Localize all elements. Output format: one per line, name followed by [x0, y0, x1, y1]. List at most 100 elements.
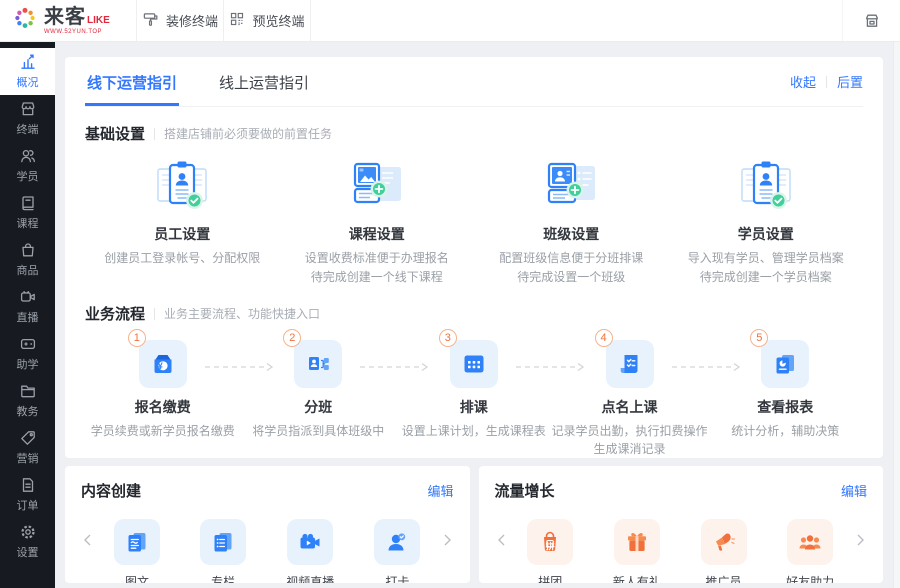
step-schedule[interactable]: 3 排课 设置上课计划，生成课程表: [396, 329, 584, 458]
guide-tabs: 线下运营指引 线上运营指引: [85, 57, 311, 106]
card-description: 导入现有学员、管理学员档案 待完成创建一个学员档案: [669, 249, 864, 287]
prev-arrow-icon[interactable]: [81, 517, 94, 563]
item-group-buy[interactable]: 拼 拼团: [527, 515, 574, 583]
section-divider: [154, 127, 156, 140]
business-flow-row: 1 ¥ 报名缴费 学员续费或新学员报名缴费 2 分班 将学员指派到具体班级中 3…: [85, 329, 864, 458]
sidebar-item-study-aid[interactable]: 助学: [0, 330, 55, 377]
scrollbar-track[interactable]: [893, 42, 900, 588]
sidebar-item-live[interactable]: 直播: [0, 283, 55, 330]
step-roll-call[interactable]: 4 点名上课 记录学员出勤，执行扣费操作 生成课消记录: [551, 329, 740, 458]
sidebar-item-courses[interactable]: 课程: [0, 189, 55, 236]
sidebar-item-label: 设置: [16, 547, 39, 559]
step-desc-line2: 生成课消记录: [593, 442, 666, 456]
step-number-badge: 3: [438, 329, 457, 347]
wallet-pay-icon: ¥: [138, 340, 187, 388]
brand-name: 来客: [44, 5, 86, 28]
next-arrow-icon[interactable]: [854, 517, 867, 563]
step-title: 点名上课: [601, 399, 658, 415]
flow-connector: [360, 362, 429, 372]
megaphone-icon: [700, 519, 747, 565]
header-spacer: [311, 0, 842, 41]
item-article[interactable]: 图文: [114, 515, 161, 583]
flow-connector: [204, 362, 273, 372]
folder-icon: [20, 385, 35, 398]
step-assign-class[interactable]: 2 分班 将学员指派到具体班级中: [241, 329, 429, 458]
step-desc-line1: 学员续费或新学员报名缴费: [90, 424, 235, 438]
card-student-setup[interactable]: 学员设置 导入现有学员、管理学员档案 待完成创建一个学员档案: [669, 154, 864, 287]
next-arrow-icon[interactable]: [441, 517, 454, 563]
attendance-list-icon: [605, 340, 654, 388]
sidebar-item-terminal[interactable]: 终端: [0, 95, 55, 142]
section-divider: [154, 307, 156, 320]
item-friend-boost[interactable]: 好友助力: [786, 515, 834, 583]
prev-arrow-icon[interactable]: [495, 517, 508, 563]
video-camera-icon: [20, 290, 35, 302]
content-panel-title: 内容创建: [81, 483, 142, 500]
panel-header: 内容创建 编辑: [81, 480, 454, 501]
card-desc-line2: 待完成创建一个线下课程: [310, 270, 443, 284]
card-course-setup[interactable]: 课程设置 设置收费标准便于办理报名 待完成创建一个线下课程: [280, 154, 475, 287]
student-clipboard-icon: [669, 154, 864, 216]
collapse-link[interactable]: 收起: [790, 72, 816, 91]
decorate-terminal-button[interactable]: 装修终端: [137, 0, 223, 41]
order-document-icon: [22, 478, 33, 492]
item-column[interactable]: 专栏: [200, 515, 247, 583]
item-label: 图文: [125, 575, 150, 583]
report-chart-icon: [761, 340, 810, 388]
business-flow-header: 业务流程 业务主要流程、功能快捷入口: [85, 303, 863, 324]
column-list-icon: [200, 519, 247, 565]
sidebar-item-overview[interactable]: 概况: [0, 48, 55, 95]
shop-home-button[interactable]: [842, 0, 900, 41]
basic-settings-subtitle: 搭建店铺前必须要做的前置任务: [164, 127, 333, 141]
sidebar-item-goods[interactable]: 商品: [0, 236, 55, 283]
sidebar-item-orders[interactable]: 订单: [0, 471, 55, 518]
sidebar-item-settings[interactable]: 设置: [0, 518, 55, 565]
growth-panel-title: 流量增长: [494, 483, 555, 500]
item-video-live[interactable]: 视频直播: [286, 515, 334, 583]
brand-mark: LIKE: [87, 14, 110, 26]
growth-edit-link[interactable]: 编辑: [841, 481, 867, 500]
sidebar-item-label: 助学: [16, 359, 39, 371]
postpone-link[interactable]: 后置: [837, 72, 863, 91]
growth-items-row: 拼 拼团 新人有礼 推广员 好友助力: [495, 515, 868, 583]
sidebar-item-label: 教务: [16, 406, 39, 418]
brand-logo[interactable]: 来客LIKE WWW.52YUN.TOP: [0, 0, 136, 41]
price-tag-icon: [20, 431, 35, 445]
tab-offline-guide[interactable]: 线下运营指引: [85, 57, 180, 106]
card-desc-line1: 配置班级信息便于分班排课: [499, 251, 644, 265]
item-label: 新人有礼: [612, 575, 661, 583]
step-view-reports[interactable]: 5 查看报表 统计分析，辅助决策: [708, 329, 864, 458]
card-desc-line2: 待完成创建一个学员档案: [699, 270, 832, 284]
bottom-panels: 内容创建 编辑 图文 专栏 视频直播 打卡 流量增长 编辑 拼 拼团 新人有礼 …: [65, 466, 883, 583]
shopping-bag-icon: [21, 243, 34, 257]
card-staff-setup[interactable]: 员工设置 创建员工登录帐号、分配权限: [85, 154, 280, 287]
preview-terminal-button[interactable]: 预览终端: [224, 0, 310, 41]
card-desc-line1: 导入现有学员、管理学员档案: [687, 251, 844, 265]
card-description: 设置收费标准便于办理报名 待完成创建一个线下课程: [280, 249, 475, 287]
sidebar-item-label: 学员: [16, 171, 39, 183]
item-check-in[interactable]: 打卡: [374, 515, 421, 583]
decorate-terminal-label: 装修终端: [165, 14, 218, 29]
sidebar-item-label: 课程: [16, 218, 39, 230]
sidebar-item-label: 终端: [16, 124, 39, 136]
step-description: 设置上课计划，生成课程表: [396, 422, 552, 440]
content-items-row: 图文 专栏 视频直播 打卡: [81, 515, 454, 583]
content-creation-panel: 内容创建 编辑 图文 专栏 视频直播 打卡: [65, 466, 470, 583]
check-in-icon: [374, 519, 421, 565]
sidebar-item-marketing[interactable]: 营销: [0, 424, 55, 471]
sidebar-item-students[interactable]: 学员: [0, 142, 55, 189]
content-edit-link[interactable]: 编辑: [427, 481, 453, 500]
step-desc-line1: 将学员指派到具体班级中: [252, 424, 385, 438]
card-class-setup[interactable]: 班级设置 配置班级信息便于分班排课 待完成设置一个班级: [474, 154, 669, 287]
body-row: 概况 终端 学员 课程 商品 直播 助学 教务 营销 订单 设置 线下运营指引 …: [0, 42, 900, 588]
card-title: 员工设置: [154, 226, 211, 242]
step-desc-line1: 记录学员出勤，执行扣费操作: [551, 424, 708, 438]
step-description: 统计分析，辅助决策: [708, 422, 864, 440]
item-newcomer-gift[interactable]: 新人有礼: [613, 515, 661, 583]
step-description: 学员续费或新学员报名缴费: [85, 422, 241, 440]
sidebar-item-label: 订单: [16, 500, 39, 512]
tab-online-guide[interactable]: 线上运营指引: [217, 57, 311, 106]
sidebar-item-academic[interactable]: 教务: [0, 377, 55, 424]
item-promoter[interactable]: 推广员: [700, 515, 747, 583]
step-enroll-pay[interactable]: 1 ¥ 报名缴费 学员续费或新学员报名缴费: [85, 329, 273, 458]
